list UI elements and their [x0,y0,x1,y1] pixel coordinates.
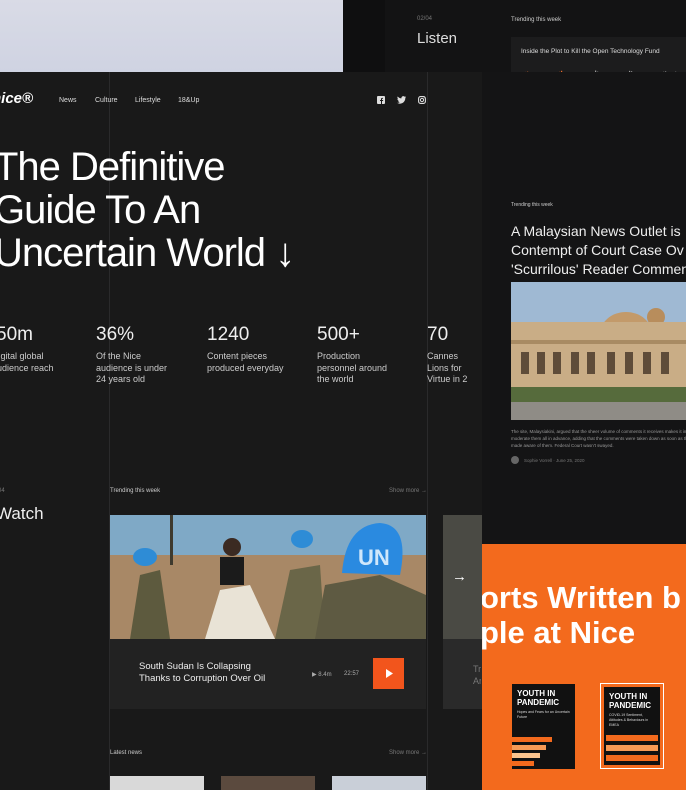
play-icon[interactable] [385,669,393,678]
svg-text:UN: UN [358,545,390,570]
nav-lifestyle[interactable]: Lifestyle [135,97,161,104]
article-excerpt: The site, Malaysiakini, argued that the … [511,429,686,448]
latest-news-thumbnail[interactable] [332,776,426,790]
arrow-down-icon[interactable]: ↓ [275,231,295,275]
reports-title: orts Written b ple at Nice [482,580,681,650]
report-cover-title: YOUTH IN PANDEMIC [517,689,560,707]
show-more-link[interactable]: Show more → [389,488,427,494]
listen-section-number: 02/04 [417,16,433,22]
report-stripes-graphic [512,737,552,766]
facebook-icon[interactable] [377,96,385,106]
trending-heading-video: Trending this week [110,488,161,494]
avatar [511,456,519,464]
report-cover-2[interactable]: YOUTH IN PANDEMIC COVID-19 Sentiment, At… [600,683,664,769]
video-title[interactable]: South Sudan Is Collapsing Thanks to Corr… [139,661,279,685]
reports-title-line: orts Written b [482,580,681,615]
video-views: ▶ 8.4m [312,672,332,678]
nav-culture[interactable]: Culture [95,97,118,104]
reports-title-line: ple at Nice [482,615,636,650]
watch-section-number: 04 [0,488,5,494]
featured-video-card[interactable]: UN South Sudan Is Collapsing Thanks to C… [110,515,426,709]
nav-18-and-up[interactable]: 18&Up [178,97,199,104]
report-stripes-graphic [606,735,658,761]
latest-show-more-link[interactable]: Show more → [389,750,427,756]
site-logo[interactable]: nice® [0,90,33,107]
stat-label: Of the Nice audience is under 24 years o… [96,351,168,384]
audio-title[interactable]: Inside the Plot to Kill the Open Technol… [521,48,660,55]
article-image-courthouse[interactable] [511,282,686,420]
next-video-title[interactable]: Tr Ar [473,663,481,687]
article-title-line[interactable]: 'Scurrilous' Reader Commen [511,260,686,279]
latest-news-heading: Latest news [110,750,143,756]
hero-title: The Definitive Guide To An Uncertain Wor… [0,146,434,275]
listen-section-title: Listen [417,30,458,47]
trending-heading-right: Trending this week [511,202,553,208]
report-cover-1[interactable]: YOUTH IN PANDEMIC Hopes and Fears for an… [512,684,575,769]
latest-news-thumbnail[interactable] [221,776,315,790]
stat-label: Content pieces produced everyday [207,351,284,373]
article-title-line[interactable]: Contempt of Court Case Ov [511,241,686,260]
trending-heading-top: Trending this week [511,17,562,23]
hero-title-line: Guide To An [0,188,201,232]
hero-title-line: Uncertain World [0,231,266,275]
arrow-right-icon[interactable]: → [452,568,467,585]
stat-value: 36% [96,324,135,345]
hero-title-line: The Definitive [0,145,226,189]
article-title[interactable]: A Malaysian News Outlet is Contempt of C… [511,222,686,279]
next-video-card[interactable]: Tr Ar [443,515,482,709]
twitter-icon[interactable] [397,96,406,106]
reports-banner[interactable]: orts Written b ple at Nice YOUTH IN PAND… [482,544,686,790]
stat-value: 70 [427,324,449,345]
stat-value: 500+ [317,324,360,345]
video-thumbnail[interactable]: UN [110,515,426,639]
report-cover-subtitle: Hopes and Fears for an Uncertain Future [517,710,570,719]
report-cover-subtitle: COVID-19 Sentiment, Attitudes & Behaviou… [609,713,649,727]
nav-news[interactable]: News [59,97,77,104]
latest-news-thumbnail[interactable] [110,776,204,790]
video-duration: 22:57 [344,671,360,677]
report-cover-title: YOUTH IN PANDEMIC [609,692,652,710]
play-button[interactable] [373,658,404,689]
background-page-fragment [0,0,343,72]
stat-value: 1240 [207,324,250,345]
article-author: Sophie Vorrell · June 25, 2020 [524,458,585,463]
watch-section-title: Watch [0,504,44,523]
stat-label: Cannes Lions for Virtue in 2 [427,351,468,384]
article-title-line[interactable]: A Malaysian News Outlet is [511,222,686,241]
stat-value: 50m [0,324,33,345]
instagram-icon[interactable] [418,96,426,106]
stat-label: Production personnel around the world [317,351,388,384]
stat-label: Digital global audience reach [0,351,54,373]
